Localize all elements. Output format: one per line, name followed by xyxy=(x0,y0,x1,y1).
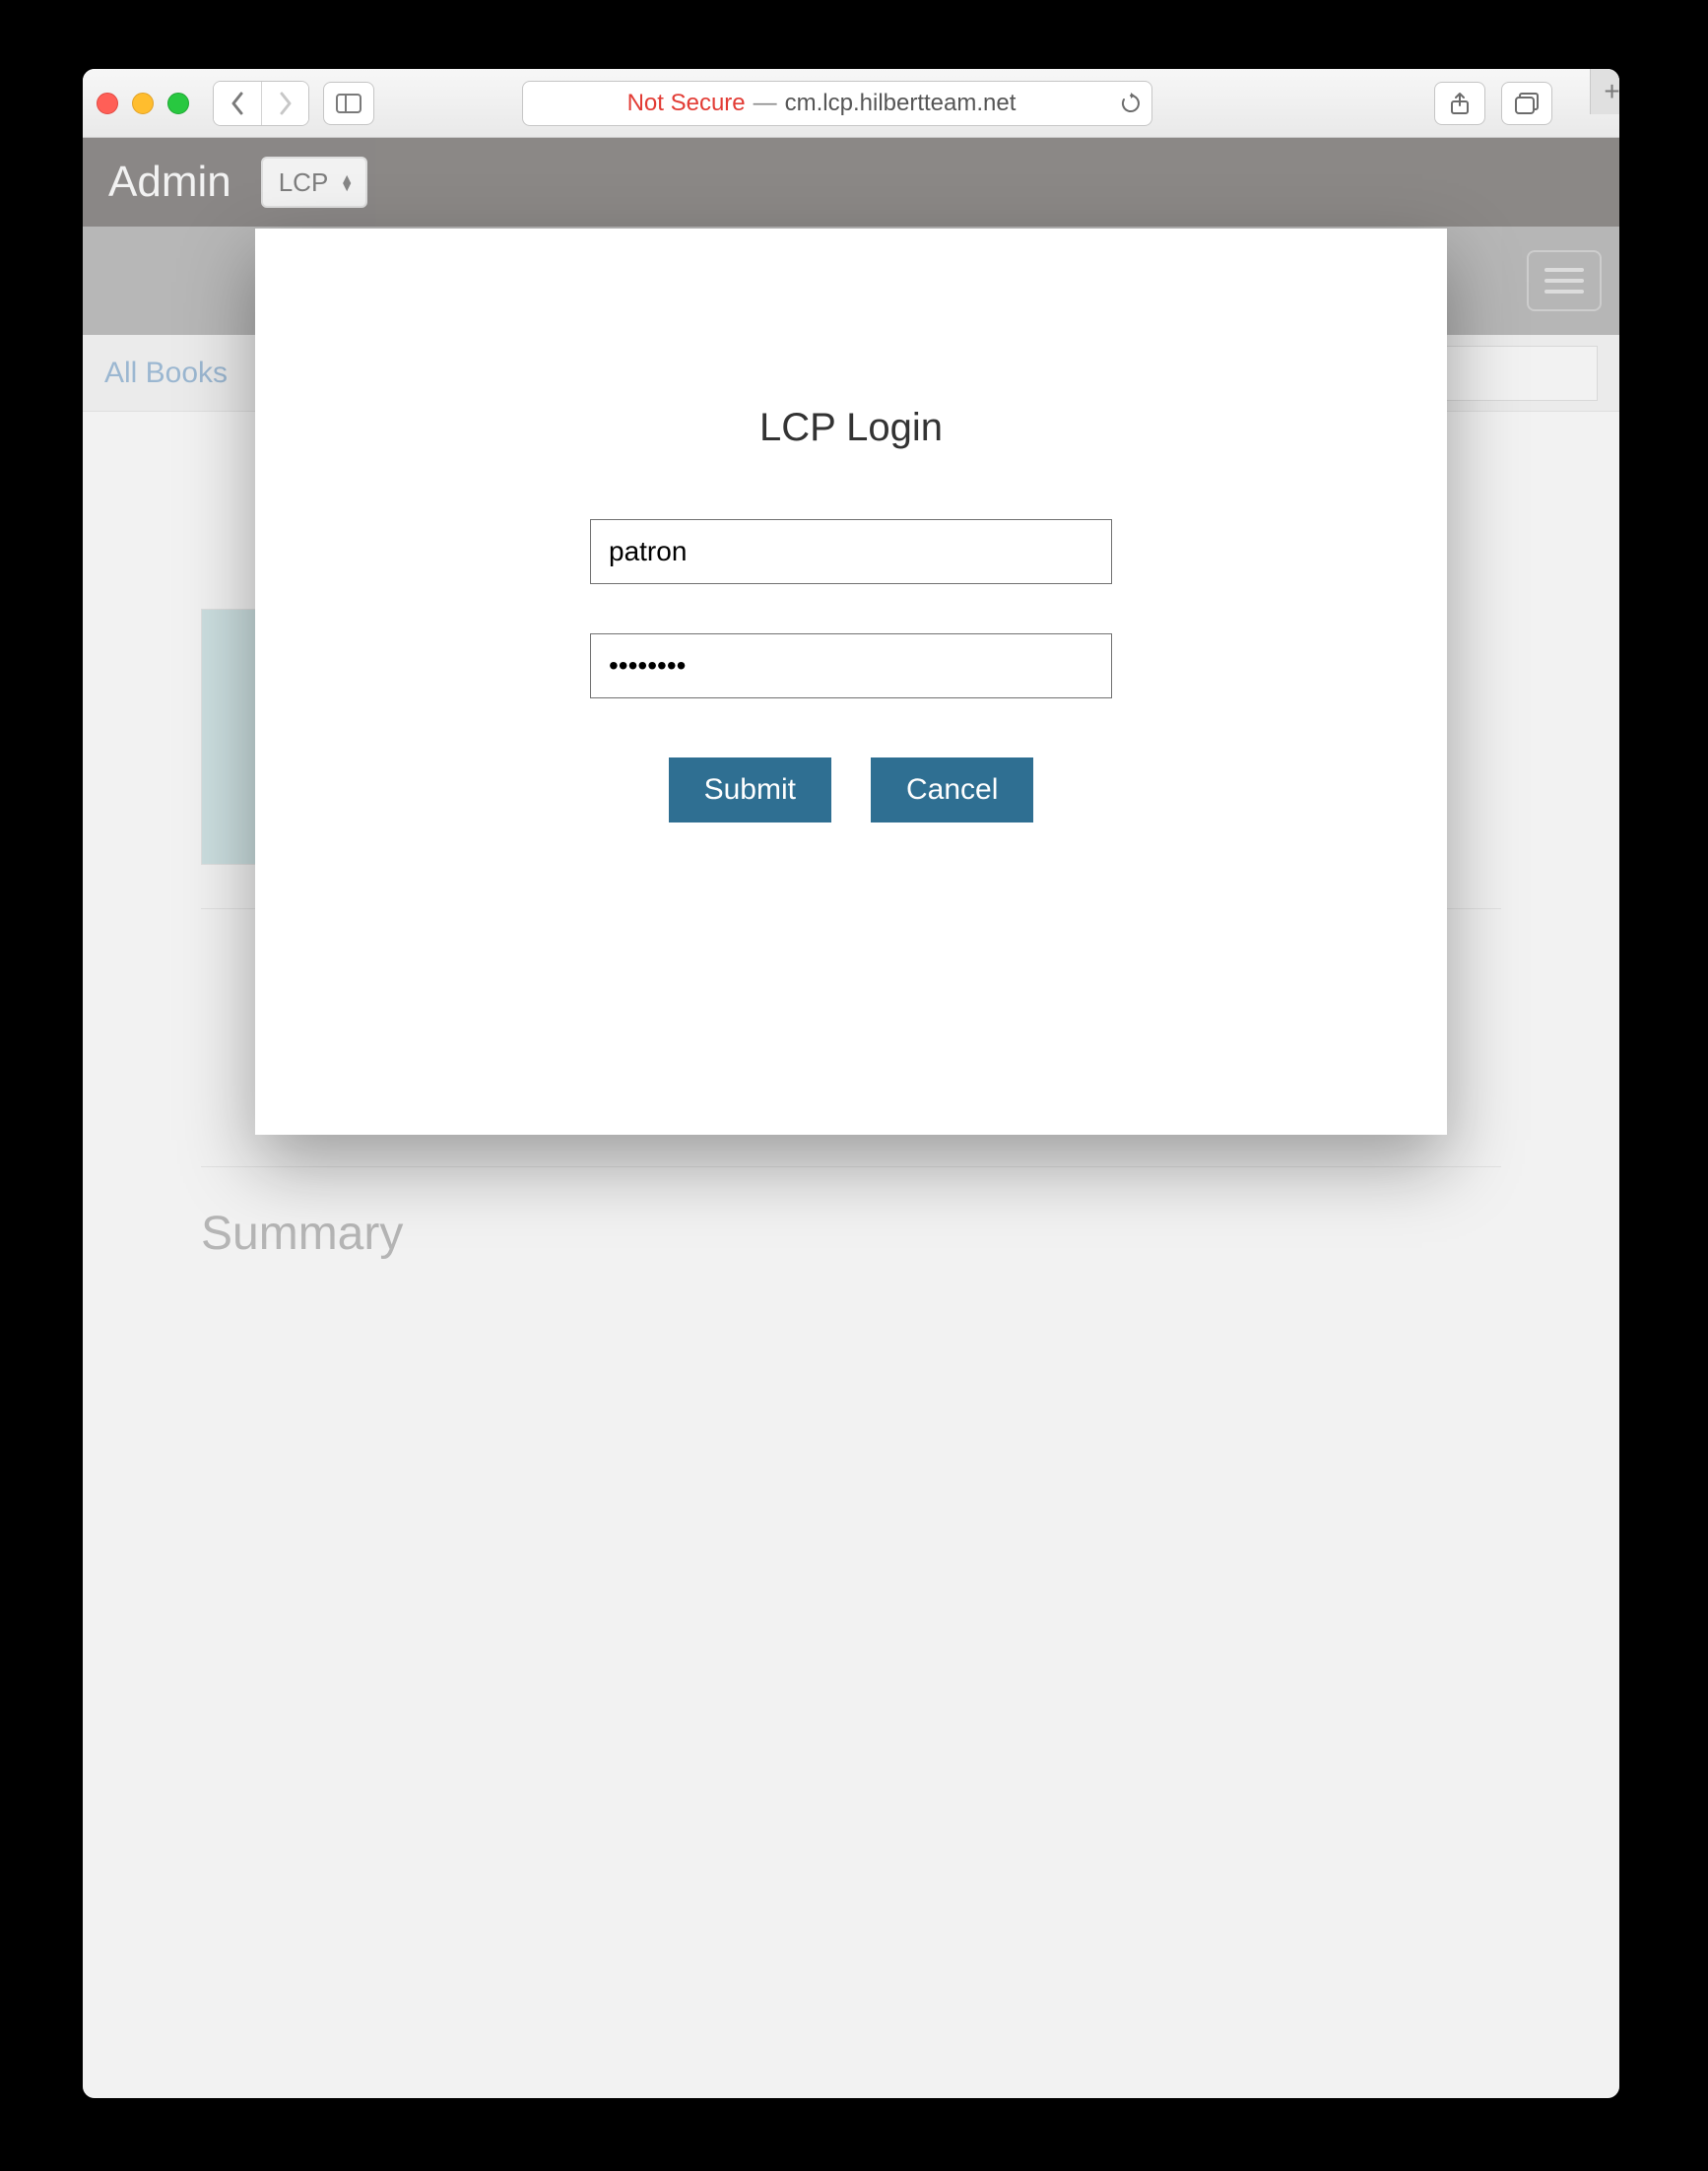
window-minimize-icon[interactable] xyxy=(132,93,154,114)
reload-icon xyxy=(1120,93,1142,114)
library-dropdown[interactable]: LCP ▲▼ xyxy=(261,157,367,208)
hamburger-icon xyxy=(1544,279,1584,283)
url-separator: — xyxy=(754,90,777,117)
admin-title: Admin xyxy=(108,158,231,207)
not-secure-label: Not Secure xyxy=(627,90,746,117)
divider xyxy=(201,1166,1501,1167)
page-stack: Admin LCP ▲▼ All Books xyxy=(83,138,1619,2098)
tabs-icon xyxy=(1515,93,1539,114)
plus-icon: + xyxy=(1604,76,1619,107)
share-icon xyxy=(1450,92,1470,115)
submit-button[interactable]: Submit xyxy=(669,757,831,822)
nav-forward-button[interactable] xyxy=(261,82,308,125)
dropdown-caret-icon: ▲▼ xyxy=(340,174,354,190)
menu-button[interactable] xyxy=(1527,250,1602,311)
window-zoom-icon[interactable] xyxy=(167,93,189,114)
dropdown-value: LCP xyxy=(279,167,329,198)
chevron-right-icon xyxy=(278,92,294,115)
address-bar[interactable]: Not Secure — cm.lcp.hilbertteam.net xyxy=(522,81,1152,126)
tabs-button[interactable] xyxy=(1501,82,1552,125)
password-input[interactable] xyxy=(590,633,1112,698)
login-modal: LCP Login Submit Cancel xyxy=(255,229,1447,1135)
modal-title: LCP Login xyxy=(759,406,943,450)
chevron-left-icon xyxy=(230,92,245,115)
nav-back-button[interactable] xyxy=(214,82,261,125)
new-tab-button[interactable]: + xyxy=(1590,69,1619,114)
browser-titlebar: Not Secure — cm.lcp.hilbertteam.net xyxy=(83,69,1619,138)
window-controls xyxy=(97,93,189,114)
username-input[interactable] xyxy=(590,519,1112,584)
summary-heading: Summary xyxy=(201,1207,1501,1261)
window-close-icon[interactable] xyxy=(97,93,118,114)
sidebar-toggle-button[interactable] xyxy=(323,82,374,125)
toolbar-right xyxy=(1434,82,1552,125)
reload-button[interactable] xyxy=(1120,93,1142,114)
share-button[interactable] xyxy=(1434,82,1485,125)
nav-buttons xyxy=(213,81,309,126)
sidebar-icon xyxy=(336,94,361,113)
modal-button-row: Submit Cancel xyxy=(669,757,1034,822)
breadcrumb-all-books[interactable]: All Books xyxy=(104,357,228,390)
browser-window: Not Secure — cm.lcp.hilbertteam.net xyxy=(83,69,1619,2098)
cancel-button[interactable]: Cancel xyxy=(871,757,1033,822)
search-input[interactable] xyxy=(1440,346,1598,401)
admin-bar: Admin LCP ▲▼ xyxy=(83,138,1619,227)
url-host: cm.lcp.hilbertteam.net xyxy=(785,90,1017,117)
